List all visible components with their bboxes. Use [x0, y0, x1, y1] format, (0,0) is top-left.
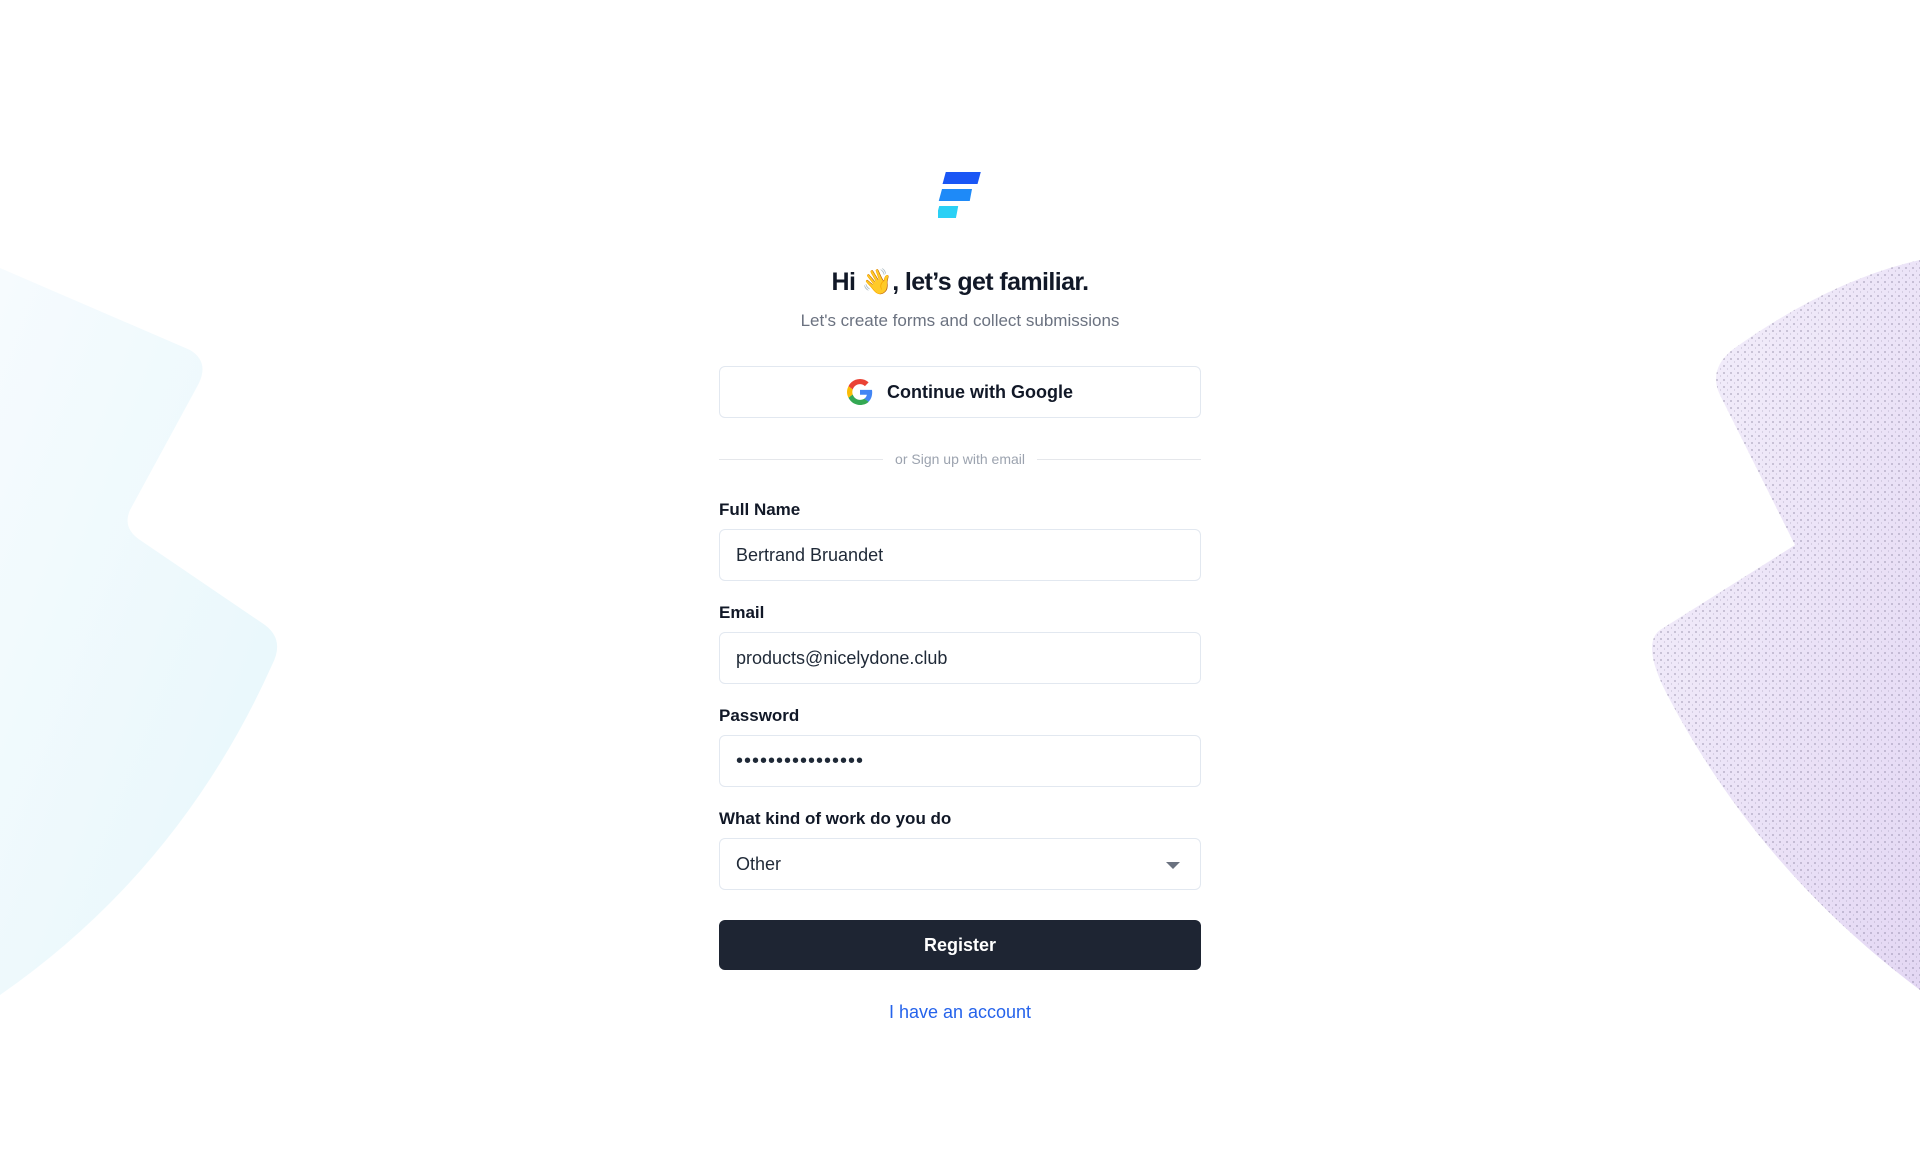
title-prefix: Hi — [831, 268, 862, 296]
page-title: Hi 👋, let’s get familiar. — [719, 268, 1201, 297]
work-type-selected-value: Other — [736, 853, 782, 874]
left-decor-shape — [0, 268, 278, 995]
page-subtitle: Let's create forms and collect submissio… — [800, 311, 1120, 330]
full-name-label: Full Name — [719, 500, 801, 519]
right-decor-dots — [1652, 260, 1920, 990]
password-field-group: Password — [719, 706, 1201, 787]
email-field-group: Email — [719, 603, 1201, 684]
divider-text: or Sign up with email — [895, 451, 1025, 467]
divider-line-left — [719, 458, 884, 460]
full-name-input[interactable] — [719, 529, 1201, 581]
work-type-field-group: What kind of work do you do Other — [719, 809, 1201, 890]
right-decor-shape — [1652, 260, 1920, 990]
title-suffix: , let’s get familiar. — [892, 268, 1089, 296]
email-input[interactable] — [719, 632, 1201, 684]
have-account-link[interactable]: I have an account — [719, 1002, 1201, 1023]
work-type-label: What kind of work do you do — [719, 809, 952, 828]
signup-page: Hi 👋, let’s get familiar. Let's create f… — [0, 0, 1920, 1160]
email-label: Email — [719, 603, 765, 622]
password-input[interactable] — [719, 735, 1201, 787]
app-logo — [719, 170, 1201, 220]
logo-mark-icon — [938, 172, 981, 218]
password-label: Password — [719, 706, 800, 725]
waving-hand-icon: 👋 — [861, 268, 893, 296]
work-type-select[interactable]: Other — [719, 838, 1201, 890]
full-name-field-group: Full Name — [719, 500, 1201, 581]
chevron-down-icon — [1166, 862, 1180, 869]
google-g-icon — [847, 379, 873, 405]
google-button-label: Continue with Google — [887, 381, 1073, 402]
continue-with-google-button[interactable]: Continue with Google — [719, 366, 1201, 418]
register-button[interactable]: Register — [719, 920, 1201, 970]
email-divider: or Sign up with email — [719, 449, 1202, 469]
divider-line-right — [1036, 458, 1202, 460]
signup-panel: Hi 👋, let’s get familiar. Let's create f… — [719, 170, 1202, 1023]
